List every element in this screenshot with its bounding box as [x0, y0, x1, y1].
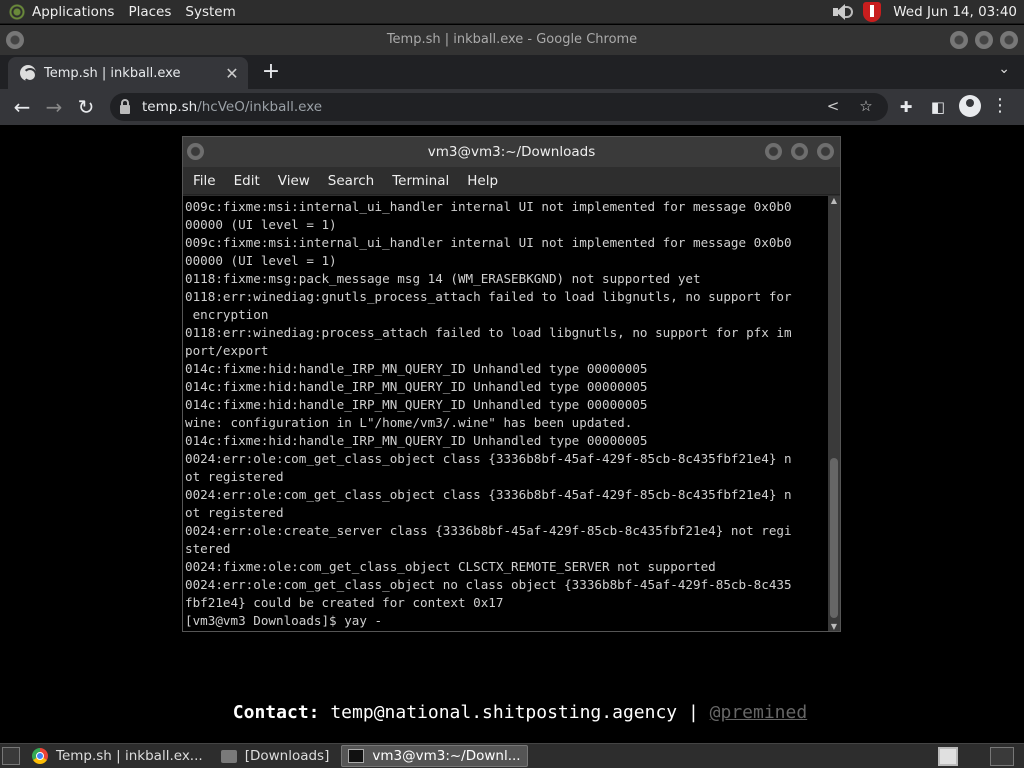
top-panel: Applications Places System Wed Jun 14, 0…	[0, 0, 1024, 24]
terminal-title: vm3@vm3:~/Downloads	[427, 144, 596, 160]
contact-separator: |	[687, 702, 699, 723]
terminal-menu-search: Search	[327, 172, 375, 189]
terminal-line: 0024:fixme:ole:com_get_class_object CLSC…	[185, 559, 716, 574]
scroll-down-icon: ▼	[830, 622, 838, 631]
scroll-up-icon: ▲	[830, 196, 838, 205]
terminal-line: 0024:err:ole:create_server class {3336b8…	[185, 523, 792, 538]
taskbar-item-label: [Downloads]	[244, 748, 330, 764]
terminal-line: encryption	[185, 307, 269, 322]
terminal-prompt-line: [vm3@vm3 Downloads]$ yay -	[185, 613, 383, 628]
minimize-icon[interactable]	[950, 31, 968, 49]
browser-window-title: Temp.sh | inkball.exe - Google Chrome	[386, 32, 638, 47]
tab-search-chevron-icon[interactable]: ⌄	[998, 61, 1010, 77]
menu-system[interactable]: System	[185, 4, 235, 20]
terminal-line: 014c:fixme:hid:handle_IRP_MN_QUERY_ID Un…	[185, 379, 648, 394]
tab-close-icon[interactable]: ✕	[220, 64, 244, 83]
terminal-maximize-icon	[791, 143, 808, 160]
new-tab-icon[interactable]: +	[259, 59, 283, 84]
terminal-line: 0118:err:winediag:process_attach failed …	[185, 325, 792, 340]
address-bar[interactable]: temp.sh/hcVeO/inkball.exe < ☆	[110, 93, 888, 121]
terminal-line: 0024:err:ole:com_get_class_object no cla…	[185, 577, 792, 592]
bottom-panel: Temp.sh | inkball.ex... [Downloads] vm3@…	[0, 743, 1024, 768]
menu-places[interactable]: Places	[128, 4, 171, 20]
clock[interactable]: Wed Jun 14, 03:40	[893, 4, 1017, 20]
terminal-menu-view: View	[277, 172, 310, 189]
terminal-line: wine: configuration in L"/home/vm3/.wine…	[185, 415, 633, 430]
url-path: /hcVeO/inkball.exe	[197, 99, 323, 115]
contact-label: Contact:	[232, 702, 320, 723]
more-menu-icon[interactable]: ⋮	[990, 95, 1010, 117]
contact-handle-link[interactable]: @premined	[710, 702, 808, 723]
taskbar-item-label: Temp.sh | inkball.ex...	[56, 748, 203, 764]
extensions-icon[interactable]: ✚	[896, 98, 916, 116]
scroll-thumb	[830, 458, 838, 618]
terminal-line: 014c:fixme:hid:handle_IRP_MN_QUERY_ID Un…	[185, 433, 648, 448]
terminal-line: 00000 (UI level = 1)	[185, 253, 337, 268]
browser-title-bar: Temp.sh | inkball.exe - Google Chrome	[0, 25, 1024, 55]
terminal-window-menu-icon	[187, 143, 204, 160]
url-host: temp.sh	[142, 99, 198, 115]
chrome-icon	[32, 748, 48, 764]
terminal-line: port/export	[185, 343, 269, 358]
show-desktop-button[interactable]	[2, 747, 20, 765]
workspace-1-button[interactable]	[938, 747, 958, 766]
terminal-line: 009c:fixme:msi:internal_ui_handler inter…	[185, 235, 792, 250]
contact-footer: Contact: temp@national.shitposting.agenc…	[0, 702, 1024, 723]
terminal-menu-file: File	[193, 172, 216, 189]
taskbar-item-chrome[interactable]: Temp.sh | inkball.ex...	[26, 745, 209, 767]
terminal-icon	[348, 749, 365, 763]
forward-icon[interactable]: →	[38, 91, 70, 123]
terminal-output: 009c:fixme:msi:internal_ui_handler inter…	[183, 196, 828, 631]
taskbar-item-downloads[interactable]: [Downloads]	[215, 745, 336, 767]
terminal-line: 00000 (UI level = 1)	[185, 217, 337, 232]
distro-logo-icon[interactable]	[8, 2, 26, 21]
terminal-window: vm3@vm3:~/Downloads File Edit View Searc…	[182, 136, 841, 632]
terminal-scrollbar: ▲ ▼	[828, 196, 840, 631]
terminal-text: 009c:fixme:msi:internal_ui_handler inter…	[185, 198, 828, 630]
tab-title: Temp.sh | inkball.exe	[44, 65, 181, 81]
terminal-line: ot registered	[185, 469, 284, 484]
terminal-menu-bar: File Edit View Search Terminal Help	[183, 167, 840, 195]
terminal-line: 0118:fixme:msg:pack_message msg 14 (WM_E…	[185, 271, 701, 286]
terminal-line: 014c:fixme:hid:handle_IRP_MN_QUERY_ID Un…	[185, 397, 648, 412]
taskbar-item-terminal[interactable]: vm3@vm3:~/Downl...	[341, 745, 528, 767]
window-menu-icon[interactable]	[6, 31, 24, 49]
terminal-line: 014c:fixme:hid:handle_IRP_MN_QUERY_ID Un…	[185, 361, 648, 376]
terminal-line: 0024:err:ole:com_get_class_object class …	[185, 487, 792, 502]
taskbar-item-label: vm3@vm3:~/Downl...	[372, 748, 521, 764]
globe-icon	[20, 65, 37, 82]
side-panel-icon[interactable]: ◧	[928, 98, 948, 116]
folder-icon	[220, 749, 237, 763]
maximize-icon[interactable]	[975, 31, 993, 49]
shield-icon[interactable]	[863, 2, 882, 22]
terminal-line: 0118:err:winediag:gnutls_process_attach …	[185, 289, 792, 304]
share-icon[interactable]: <	[823, 97, 843, 115]
terminal-menu-terminal: Terminal	[392, 172, 450, 189]
workspace-2-button[interactable]	[990, 747, 1014, 766]
terminal-line: ot registered	[185, 505, 284, 520]
terminal-close-icon	[817, 143, 834, 160]
tab-active[interactable]: Temp.sh | inkball.exe ✕	[8, 57, 248, 89]
contact-email: temp@national.shitposting.agency	[330, 702, 678, 723]
volume-icon[interactable]	[831, 3, 854, 21]
terminal-minimize-icon	[765, 143, 782, 160]
bookmark-star-icon[interactable]: ☆	[856, 97, 876, 115]
tab-strip: Temp.sh | inkball.exe ✕ + ⌄	[0, 55, 1024, 89]
profile-avatar[interactable]	[959, 95, 981, 117]
lock-icon[interactable]	[120, 98, 130, 114]
terminal-line: stered	[185, 541, 231, 556]
browser-toolbar: ← → ↻ temp.sh/hcVeO/inkball.exe < ☆ ✚ ◧ …	[0, 89, 1024, 125]
reload-icon[interactable]: ↻	[70, 91, 102, 123]
terminal-menu-edit: Edit	[233, 172, 260, 189]
menu-applications[interactable]: Applications	[32, 4, 114, 20]
terminal-title-bar: vm3@vm3:~/Downloads	[183, 137, 840, 167]
back-icon[interactable]: ←	[6, 91, 38, 123]
close-window-icon[interactable]	[1000, 31, 1018, 49]
terminal-line: 009c:fixme:msi:internal_ui_handler inter…	[185, 199, 792, 214]
terminal-line: fbf21e4} could be created for context 0x…	[185, 595, 504, 610]
terminal-line: 0024:err:ole:com_get_class_object class …	[185, 451, 792, 466]
terminal-menu-help: Help	[467, 172, 499, 189]
